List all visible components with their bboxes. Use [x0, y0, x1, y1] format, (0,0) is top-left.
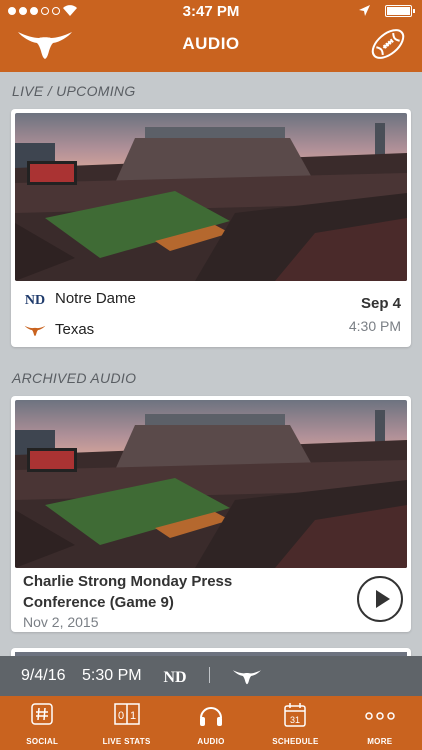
notre-dame-logo-icon: ND	[25, 293, 45, 307]
tab-more[interactable]: MORE	[338, 696, 422, 750]
longhorn-small-icon	[233, 670, 261, 685]
tab-bar: SOCIAL 0 1 LIVE STATS AUDIO 31 SCHEDULE	[0, 696, 422, 750]
section-archived-audio: ARCHIVED AUDIO	[12, 370, 137, 386]
away-team-row: Texas	[24, 321, 94, 338]
live-game-card[interactable]: ND Notre Dame Texas Sep 4 4:30 PM	[11, 109, 411, 347]
archived-audio-card[interactable]: Charlie Strong Monday Press Conference (…	[11, 396, 411, 632]
section-live-upcoming: LIVE / UPCOMING	[12, 83, 136, 99]
tab-audio[interactable]: AUDIO	[169, 696, 253, 750]
scoreboard-icon: 0 1	[113, 703, 140, 725]
now-playing-date: 9/4/16	[21, 667, 66, 684]
calendar-icon: 31	[284, 703, 307, 727]
top-bar: 3:47 PM AUDIO	[0, 0, 422, 72]
play-button[interactable]	[357, 576, 403, 622]
calendar-badge: 31	[290, 715, 300, 725]
home-team-name: Notre Dame	[55, 290, 136, 307]
stadium-image	[15, 113, 407, 281]
tab-label: MORE	[367, 737, 393, 746]
tab-label: LIVE STATS	[102, 737, 151, 746]
tab-social[interactable]: SOCIAL	[0, 696, 84, 750]
status-bar: 3:47 PM	[0, 0, 422, 22]
svg-text:ND: ND	[163, 669, 186, 686]
hashtag-icon	[31, 703, 53, 725]
location-arrow-icon	[359, 5, 370, 16]
battery-icon	[385, 5, 415, 17]
svg-text:1: 1	[130, 710, 136, 722]
notre-dame-logo-icon: ND	[163, 669, 186, 686]
svg-text:0: 0	[118, 710, 124, 722]
now-playing-bar[interactable]: 9/4/16 5:30 PM ND	[0, 656, 422, 696]
tab-schedule[interactable]: 31 SCHEDULE	[253, 696, 337, 750]
longhorn-small-icon	[24, 325, 46, 336]
game-time: 4:30 PM	[348, 318, 401, 334]
svg-text:ND: ND	[25, 293, 45, 307]
tab-live-stats[interactable]: 0 1 LIVE STATS	[84, 696, 168, 750]
tab-label: AUDIO	[197, 737, 225, 746]
football-icon[interactable]	[368, 24, 408, 64]
tab-label: SOCIAL	[26, 737, 59, 746]
home-team-row: ND Notre Dame	[24, 290, 136, 307]
archived-audio-date: Nov 2, 2015	[23, 614, 99, 630]
page-title: AUDIO	[182, 34, 240, 53]
stadium-image	[15, 400, 407, 568]
more-dots-icon	[365, 712, 395, 720]
now-playing-time: 5:30 PM	[82, 667, 142, 684]
away-team-name: Texas	[55, 321, 95, 338]
archived-audio-title: Charlie Strong Monday Press Conference (…	[23, 573, 233, 611]
headphones-icon	[200, 707, 223, 726]
tab-label: SCHEDULE	[272, 737, 319, 746]
game-date: Sep 4	[360, 295, 401, 312]
divider	[209, 667, 210, 683]
